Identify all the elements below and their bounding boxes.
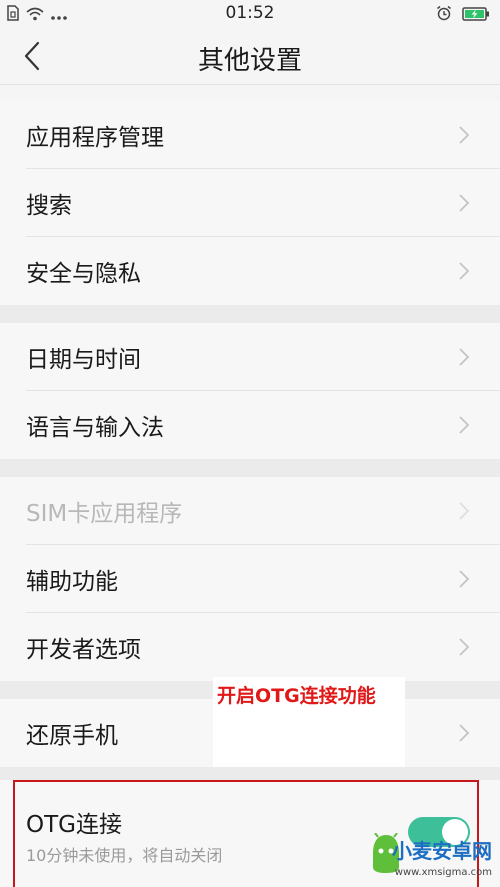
settings-item-label: 辅助功能 xyxy=(26,569,118,595)
watermark: 小麦安卓网 www.xmsigma.com xyxy=(365,827,500,887)
settings-item-accessibility[interactable]: 辅助功能 xyxy=(0,545,500,613)
chevron-right-icon xyxy=(459,570,470,588)
settings-item-label: 应用程序管理 xyxy=(26,125,164,151)
chevron-right-icon xyxy=(459,348,470,366)
settings-item-label: SIM卡应用程序 xyxy=(26,501,183,527)
header: 其他设置 xyxy=(0,28,500,85)
group-gap xyxy=(0,85,500,101)
settings-group-1: 应用程序管理 搜索 安全与隐私 xyxy=(0,101,500,305)
group-gap xyxy=(0,305,500,323)
status-right-icons xyxy=(436,5,490,25)
settings-item-label: 安全与隐私 xyxy=(26,261,141,287)
settings-item-search[interactable]: 搜索 xyxy=(0,169,500,237)
settings-item-label: 日期与时间 xyxy=(26,347,141,373)
status-time: 01:52 xyxy=(225,3,275,23)
battery-charging-icon xyxy=(462,6,490,25)
settings-group-2: 日期与时间 语言与输入法 xyxy=(0,323,500,459)
chevron-right-icon xyxy=(459,502,470,520)
chevron-right-icon xyxy=(459,262,470,280)
annotation-text: 开启OTG连接功能 xyxy=(217,685,376,707)
settings-item-label: 还原手机 xyxy=(26,723,118,749)
settings-item-label: 语言与输入法 xyxy=(26,415,164,441)
settings-group-3: SIM卡应用程序 辅助功能 开发者选项 xyxy=(0,477,500,681)
status-bar: 01:52 xyxy=(0,0,500,28)
chevron-right-icon xyxy=(459,638,470,656)
page-title: 其他设置 xyxy=(197,46,302,76)
settings-item-label: 开发者选项 xyxy=(26,637,141,663)
settings-item-label: 搜索 xyxy=(26,193,72,219)
chevron-right-icon xyxy=(459,126,470,144)
otg-title: OTG连接 xyxy=(26,812,122,838)
settings-item-app-management[interactable]: 应用程序管理 xyxy=(0,101,500,169)
settings-item-developer-options[interactable]: 开发者选项 xyxy=(0,613,500,681)
otg-subtitle: 10分钟未使用，将自动关闭 xyxy=(26,846,223,865)
group-gap xyxy=(0,459,500,477)
watermark-name: 小麦安卓网 xyxy=(392,839,492,863)
chevron-right-icon xyxy=(459,724,470,742)
chevron-right-icon xyxy=(459,194,470,212)
settings-item-date-time[interactable]: 日期与时间 xyxy=(0,323,500,391)
settings-item-language-input[interactable]: 语言与输入法 xyxy=(0,391,500,459)
alarm-icon xyxy=(436,5,452,25)
settings-item-security-privacy[interactable]: 安全与隐私 xyxy=(0,237,500,305)
group-gap xyxy=(0,767,500,780)
watermark-url: www.xmsigma.com xyxy=(394,867,492,878)
settings-item-sim-apps: SIM卡应用程序 xyxy=(0,477,500,545)
chevron-right-icon xyxy=(459,416,470,434)
annotation-box: 开启OTG连接功能 xyxy=(213,677,405,767)
